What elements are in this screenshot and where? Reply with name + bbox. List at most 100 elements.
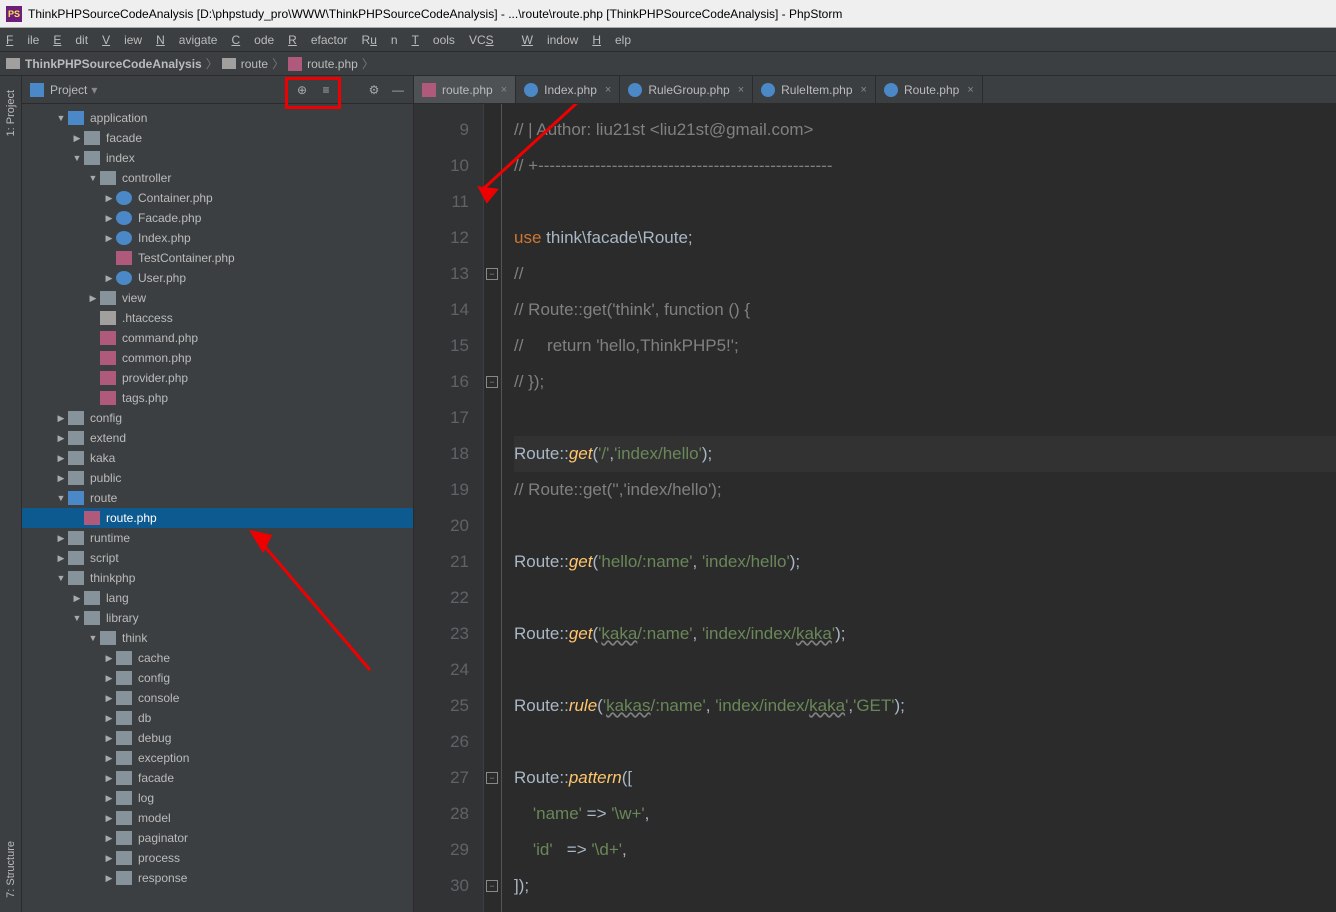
arrow-open-icon[interactable] — [54, 573, 68, 583]
arrow-closed-icon[interactable] — [102, 853, 116, 864]
tree-item[interactable]: lang — [22, 588, 413, 608]
menu-view[interactable]: View — [102, 33, 142, 47]
arrow-closed-icon[interactable] — [102, 873, 116, 884]
target-icon[interactable]: ⊕ — [295, 83, 309, 97]
tree-item[interactable]: command.php — [22, 328, 413, 348]
code-line[interactable]: // }); — [514, 364, 1336, 400]
tree-item[interactable]: thinkphp — [22, 568, 413, 588]
menu-vcs[interactable]: VCS — [469, 33, 508, 47]
tree-item[interactable]: common.php — [22, 348, 413, 368]
tree-item[interactable]: view — [22, 288, 413, 308]
arrow-closed-icon[interactable] — [70, 593, 84, 604]
code-line[interactable]: 'name' => '\w+', — [514, 796, 1336, 832]
arrow-closed-icon[interactable] — [102, 673, 116, 684]
arrow-open-icon[interactable] — [54, 113, 68, 123]
arrow-closed-icon[interactable] — [102, 233, 116, 244]
tree-item[interactable]: config — [22, 408, 413, 428]
tree-item[interactable]: debug — [22, 728, 413, 748]
code-line[interactable]: // — [514, 256, 1336, 292]
arrow-closed-icon[interactable] — [54, 433, 68, 444]
tree-item[interactable]: db — [22, 708, 413, 728]
editor-tab[interactable]: route.php× — [414, 76, 516, 103]
tree-item[interactable]: console — [22, 688, 413, 708]
menu-edit[interactable]: Edit — [53, 33, 88, 47]
tree-item[interactable]: script — [22, 548, 413, 568]
project-selector[interactable]: Project ▾ — [30, 83, 295, 97]
tree-item[interactable]: facade — [22, 128, 413, 148]
tree-item[interactable]: exception — [22, 748, 413, 768]
arrow-closed-icon[interactable] — [102, 273, 116, 284]
arrow-closed-icon[interactable] — [102, 733, 116, 744]
tree-item[interactable]: process — [22, 848, 413, 868]
code-line[interactable]: Route::rule('kakas/:name', 'index/index/… — [514, 688, 1336, 724]
code-line[interactable]: // | Author: liu21st <liu21st@gmail.com> — [514, 112, 1336, 148]
arrow-closed-icon[interactable] — [54, 453, 68, 464]
fold-toggle-icon[interactable]: − — [486, 268, 498, 280]
code-line[interactable]: // Route::get('think', function () { — [514, 292, 1336, 328]
minimize-icon[interactable]: — — [391, 83, 405, 97]
editor-tab[interactable]: Route.php× — [876, 76, 983, 103]
code-line[interactable] — [514, 508, 1336, 544]
code-line[interactable]: use think\facade\Route; — [514, 220, 1336, 256]
tree-item[interactable]: TestContainer.php — [22, 248, 413, 268]
close-icon[interactable]: × — [501, 84, 507, 96]
tree-item[interactable]: .htaccess — [22, 308, 413, 328]
code-line[interactable]: // return 'hello,ThinkPHP5!'; — [514, 328, 1336, 364]
tree-item[interactable]: provider.php — [22, 368, 413, 388]
breadcrumb-file[interactable]: route.php — [288, 57, 358, 71]
code-line[interactable] — [514, 580, 1336, 616]
tool-tab-project[interactable]: 1: Project — [5, 90, 17, 136]
arrow-closed-icon[interactable] — [54, 553, 68, 564]
fold-toggle-icon[interactable]: − — [486, 880, 498, 892]
arrow-closed-icon[interactable] — [54, 473, 68, 484]
code-line[interactable]: Route::get('hello/:name', 'index/hello')… — [514, 544, 1336, 580]
menu-navigate[interactable]: Navigate — [156, 33, 217, 47]
menu-tools[interactable]: Tools — [412, 33, 455, 47]
code-line[interactable] — [514, 724, 1336, 760]
tree-item[interactable]: index — [22, 148, 413, 168]
tree-item[interactable]: tags.php — [22, 388, 413, 408]
tree-item[interactable]: model — [22, 808, 413, 828]
tree-item[interactable]: facade — [22, 768, 413, 788]
tree-item[interactable]: config — [22, 668, 413, 688]
code-content[interactable]: // | Author: liu21st <liu21st@gmail.com>… — [502, 104, 1336, 912]
arrow-closed-icon[interactable] — [54, 533, 68, 544]
code-line[interactable]: // Route::get('','index/hello'); — [514, 472, 1336, 508]
editor-tab[interactable]: RuleGroup.php× — [620, 76, 753, 103]
tree-item[interactable]: library — [22, 608, 413, 628]
tree-item[interactable]: application — [22, 108, 413, 128]
close-icon[interactable]: × — [861, 84, 867, 96]
project-tree[interactable]: applicationfacadeindexcontrollerContaine… — [22, 104, 413, 912]
code-line[interactable] — [514, 400, 1336, 436]
arrow-closed-icon[interactable] — [102, 653, 116, 664]
code-line[interactable]: // +------------------------------------… — [514, 148, 1336, 184]
tree-item[interactable]: think — [22, 628, 413, 648]
tree-item[interactable]: route.php — [22, 508, 413, 528]
tree-item[interactable]: route — [22, 488, 413, 508]
arrow-closed-icon[interactable] — [102, 813, 116, 824]
tree-item[interactable]: log — [22, 788, 413, 808]
code-line[interactable]: Route::pattern([ — [514, 760, 1336, 796]
settings-slider-icon[interactable]: ≡ — [319, 83, 333, 97]
arrow-open-icon[interactable] — [86, 633, 100, 643]
code-line[interactable]: ]); — [514, 868, 1336, 904]
arrow-closed-icon[interactable] — [102, 833, 116, 844]
tree-item[interactable]: Index.php — [22, 228, 413, 248]
tree-item[interactable]: Facade.php — [22, 208, 413, 228]
code-editor[interactable]: 9101112131415161718192021222324252627282… — [414, 104, 1336, 912]
arrow-closed-icon[interactable] — [54, 413, 68, 424]
editor-tab[interactable]: Index.php× — [516, 76, 620, 103]
arrow-open-icon[interactable] — [86, 173, 100, 183]
tree-item[interactable]: kaka — [22, 448, 413, 468]
arrow-closed-icon[interactable] — [102, 793, 116, 804]
arrow-open-icon[interactable] — [70, 613, 84, 623]
fold-toggle-icon[interactable]: − — [486, 772, 498, 784]
arrow-closed-icon[interactable] — [102, 713, 116, 724]
menu-help[interactable]: Help — [592, 33, 631, 47]
arrow-closed-icon[interactable] — [102, 773, 116, 784]
tree-item[interactable]: paginator — [22, 828, 413, 848]
tree-item[interactable]: User.php — [22, 268, 413, 288]
breadcrumb-route[interactable]: route — [222, 57, 268, 71]
arrow-closed-icon[interactable] — [102, 193, 116, 204]
close-icon[interactable]: × — [967, 84, 973, 96]
